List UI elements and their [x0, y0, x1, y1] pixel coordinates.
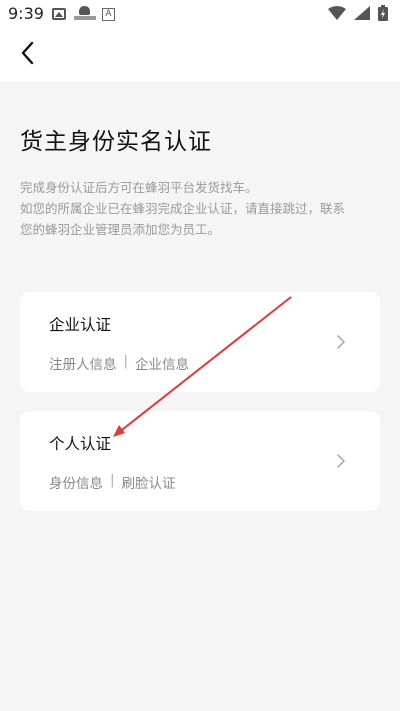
back-arrow-icon[interactable] [14, 38, 44, 68]
card-subtitle: 身份信息 | 刷脸认证 [49, 472, 176, 492]
page-description: 完成身份认证后方可在蜂羽平台发货找车。 如您的所属企业已在蜂羽完成企业认证，请直… [20, 177, 385, 240]
chevron-right-icon [337, 335, 345, 349]
card-sub-separator: | [110, 472, 115, 488]
battery-charging-icon [378, 5, 388, 21]
text-a-icon: A [102, 7, 115, 21]
description-line: 您的蜂羽企业管理员添加您为员工。 [20, 222, 221, 237]
description-line: 如您的所属企业已在蜂羽完成企业认证，请直接跳过，联系 [20, 201, 346, 216]
card-sub-item: 刷脸认证 [121, 476, 176, 492]
signal-icon [354, 6, 370, 20]
app-notification-icon [74, 6, 96, 22]
image-icon [52, 8, 66, 20]
wifi-icon [328, 6, 346, 20]
card-sub-separator: | [123, 353, 129, 369]
app-bar [0, 28, 400, 82]
card-title: 个人认证 [49, 435, 112, 453]
description-line: 完成身份认证后方可在蜂羽平台发货找车。 [20, 180, 258, 195]
status-bar: 9:39 A [0, 0, 400, 28]
card-subtitle: 注册人信息 | 企业信息 [49, 353, 189, 373]
card-sub-item: 企业信息 [135, 357, 190, 373]
page-title: 货主身份实名认证 [20, 129, 212, 155]
main-content: 货主身份实名认证 完成身份认证后方可在蜂羽平台发货找车。 如您的所属企业已在蜂羽… [0, 82, 400, 711]
personal-verification-card[interactable]: 个人认证 身份信息 | 刷脸认证 [20, 411, 380, 511]
card-sub-item: 注册人信息 [49, 357, 117, 373]
status-time: 9:39 [8, 4, 44, 23]
card-sub-item: 身份信息 [49, 476, 103, 492]
card-title: 企业认证 [49, 316, 112, 334]
enterprise-verification-card[interactable]: 企业认证 注册人信息 | 企业信息 [20, 292, 380, 392]
chevron-right-icon [337, 454, 345, 468]
status-right-icons [328, 5, 388, 21]
status-left-icons: A [52, 6, 115, 22]
